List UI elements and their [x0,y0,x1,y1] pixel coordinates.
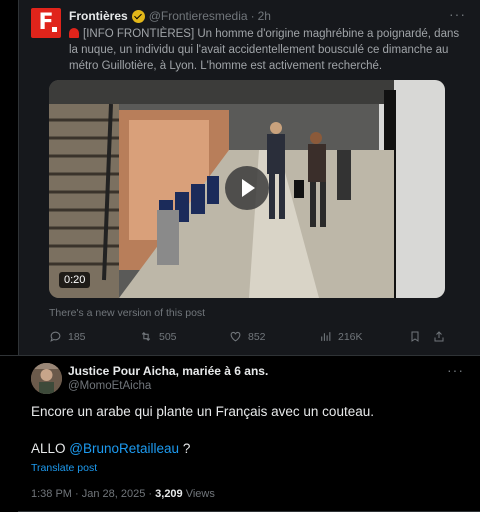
share-icon [434,331,444,342]
quoted-author-handle[interactable]: @Frontieresmedia [149,9,248,23]
author-name[interactable]: Justice Pour Aicha, mariée à 6 ans. [68,364,268,378]
share-action[interactable] [433,330,451,343]
post-text-line-1: Encore un arabe qui plante un Français a… [31,404,374,419]
divider [0,355,480,356]
post-views-count: 3,209 [155,488,183,500]
post-views-label: Views [182,488,215,500]
bookmark-action[interactable] [409,330,427,343]
bookmark-icon [411,331,419,342]
avatar[interactable] [31,363,62,394]
quoted-post-header: Frontières @Frontieresmedia · 2h [69,9,271,23]
author-handle[interactable]: @MomoEtAicha [68,380,151,392]
post-text-line-2: ALLO @BrunoRetailleau ? [31,441,190,456]
views-action[interactable]: 216K [319,330,363,343]
post-text-suffix: ? [179,441,191,456]
reply-action[interactable]: 185 [49,330,86,343]
analytics-icon [321,332,331,341]
video-duration: 0:20 [59,272,91,288]
header-separator: · [250,9,255,23]
quoted-author-name[interactable]: Frontières [69,9,128,23]
profile-photo [31,363,62,394]
siren-emoji-icon [69,28,79,38]
quoted-post-time[interactable]: 2h [258,9,271,23]
post-meta: 1:38 PM · Jan 28, 2025 · 3,209 Views [31,488,215,500]
quoted-post-tag: [INFO FRONTIÈRES] [83,28,195,40]
more-options-icon[interactable]: ··· [449,6,466,22]
frontieres-logo-avatar[interactable]: F [31,8,61,38]
play-button[interactable] [225,166,269,210]
repost-icon [141,331,151,342]
verified-badge-icon [131,9,145,23]
more-options-icon[interactable]: ··· [447,362,464,378]
post-text-prefix: ALLO [31,441,70,456]
new-version-notice[interactable]: There's a new version of this post [49,307,205,319]
heart-icon [230,331,241,342]
like-count: 852 [248,330,266,343]
repost-action[interactable]: 505 [139,330,177,343]
reply-count: 185 [68,330,86,343]
quoted-post-text: [INFO FRONTIÈRES] Un homme d'origine mag… [69,26,469,74]
translate-post-link[interactable]: Translate post [31,462,97,474]
mention-link[interactable]: @BrunoRetailleau [69,441,179,456]
like-action[interactable]: 852 [229,330,266,343]
video-player[interactable]: 0:20 [49,80,445,298]
repost-count: 505 [159,330,177,343]
reply-icon [50,331,61,342]
views-count: 216K [338,330,363,343]
quoted-post-actions: 185 505 852 216K [49,330,449,346]
post-timestamp[interactable]: 1:38 PM · Jan 28, 2025 · [31,488,155,500]
